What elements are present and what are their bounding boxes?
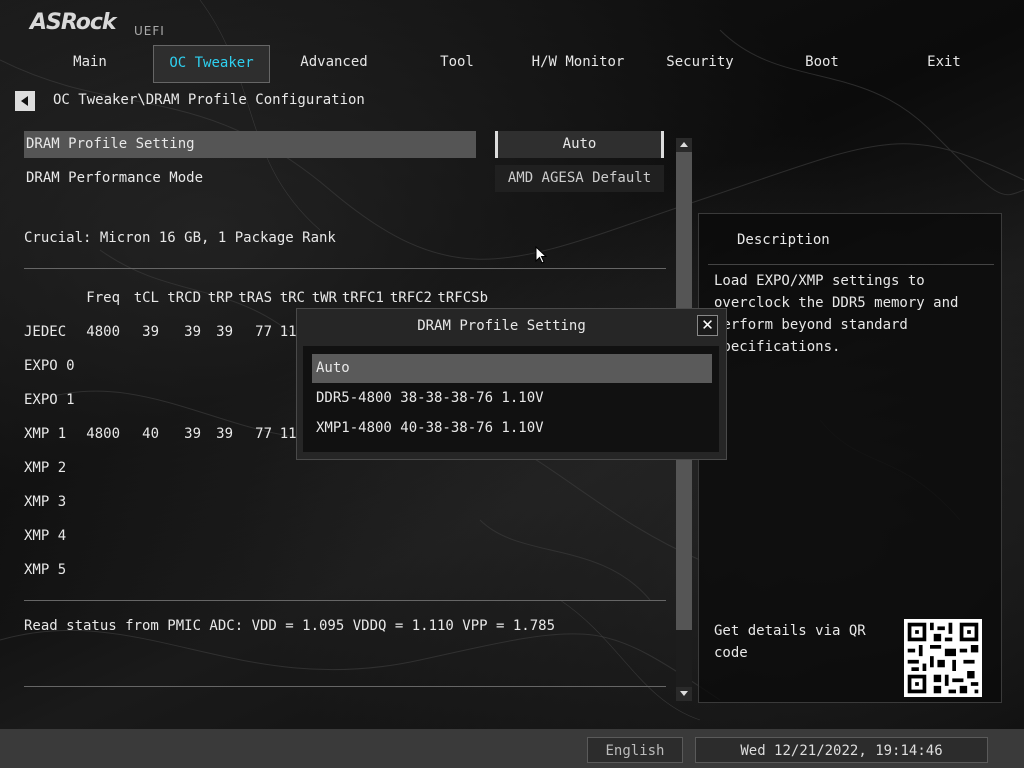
dram-profile-setting-value[interactable]: Auto bbox=[495, 131, 664, 158]
asrock-logo: ASRock bbox=[30, 10, 117, 35]
popup-option-auto[interactable]: Auto bbox=[312, 354, 712, 383]
description-text: Load EXPO/XMP settings to overclock the … bbox=[714, 273, 967, 355]
scroll-down-icon[interactable] bbox=[676, 687, 692, 701]
tab-exit[interactable]: Exit bbox=[884, 45, 1004, 83]
table-cell: 39 bbox=[142, 324, 159, 340]
table-cell: 40 bbox=[142, 426, 159, 442]
col-header-tras: tRAS bbox=[238, 290, 272, 306]
qr-caption: Get details via QR code bbox=[714, 623, 875, 661]
divider bbox=[708, 264, 994, 265]
table-cell: 39 bbox=[184, 324, 201, 340]
popup-option-ddr5-4800[interactable]: DDR5-4800 38-38-38-76 1.10V bbox=[312, 384, 712, 413]
row-label-expo0: EXPO 0 bbox=[24, 358, 75, 374]
col-header-trc: tRC bbox=[279, 290, 305, 306]
breadcrumb: OC Tweaker\DRAM Profile Configuration bbox=[53, 92, 365, 108]
col-header-tcl: tCL bbox=[133, 290, 159, 306]
divider bbox=[24, 686, 666, 687]
back-arrow-icon[interactable] bbox=[15, 91, 35, 111]
col-header-trfc1: tRFC1 bbox=[341, 290, 384, 306]
divider bbox=[24, 600, 666, 601]
tab-main[interactable]: Main bbox=[30, 45, 150, 83]
col-header-trcd: tRCD bbox=[167, 290, 201, 306]
close-icon[interactable]: ✕ bbox=[697, 315, 718, 336]
qr-code-icon bbox=[904, 619, 982, 697]
tab-advanced[interactable]: Advanced bbox=[274, 45, 394, 83]
row-label-xmp1: XMP 1 bbox=[24, 426, 67, 442]
row-label-expo1: EXPO 1 bbox=[24, 392, 75, 408]
col-header-trfcsb: tRFCSb bbox=[437, 290, 488, 306]
mouse-cursor-icon bbox=[535, 246, 547, 264]
dram-performance-mode-value[interactable]: AMD AGESA Default bbox=[495, 165, 664, 192]
col-header-twr: tWR bbox=[311, 290, 337, 306]
table-cell: 39 bbox=[216, 426, 233, 442]
row-label-jedec: JEDEC bbox=[24, 324, 67, 340]
row-label-xmp5: XMP 5 bbox=[24, 562, 67, 578]
table-cell: 4800 bbox=[86, 324, 120, 340]
row-label-xmp4: XMP 4 bbox=[24, 528, 67, 544]
popup-title: DRAM Profile Setting bbox=[417, 318, 586, 334]
row-label-xmp3: XMP 3 bbox=[24, 494, 67, 510]
divider bbox=[24, 268, 666, 269]
table-cell: 77 bbox=[255, 324, 272, 340]
module-info: Crucial: Micron 16 GB, 1 Package Rank bbox=[24, 230, 336, 246]
datetime-display[interactable]: Wed 12/21/2022, 19:14:46 bbox=[695, 737, 988, 763]
table-cell: 77 bbox=[255, 426, 272, 442]
col-header-trfc2: tRFC2 bbox=[389, 290, 432, 306]
description-title: Description bbox=[737, 232, 830, 248]
tab-oc-tweaker[interactable]: OC Tweaker bbox=[153, 45, 270, 83]
col-header-trp: tRP bbox=[207, 290, 233, 306]
col-header-freq: Freq bbox=[86, 290, 120, 306]
pmic-status: Read status from PMIC ADC: VDD = 1.095 V… bbox=[24, 618, 556, 634]
popup-option-xmp1-4800[interactable]: XMP1-4800 40-38-38-76 1.10V bbox=[312, 414, 712, 443]
tab-boot[interactable]: Boot bbox=[762, 45, 882, 83]
row-label-xmp2: XMP 2 bbox=[24, 460, 67, 476]
table-cell: 39 bbox=[184, 426, 201, 442]
tab-tool[interactable]: Tool bbox=[397, 45, 517, 83]
table-cell: 4800 bbox=[86, 426, 120, 442]
dram-performance-mode-label: DRAM Performance Mode bbox=[26, 170, 204, 186]
tab-security[interactable]: Security bbox=[640, 45, 760, 83]
tab-hw-monitor[interactable]: H/W Monitor bbox=[518, 45, 638, 83]
table-cell: 39 bbox=[216, 324, 233, 340]
language-button[interactable]: English bbox=[587, 737, 683, 763]
dram-profile-setting-label: DRAM Profile Setting bbox=[26, 136, 195, 152]
uefi-label: UEFI bbox=[134, 24, 165, 38]
scroll-up-icon[interactable] bbox=[676, 138, 692, 152]
